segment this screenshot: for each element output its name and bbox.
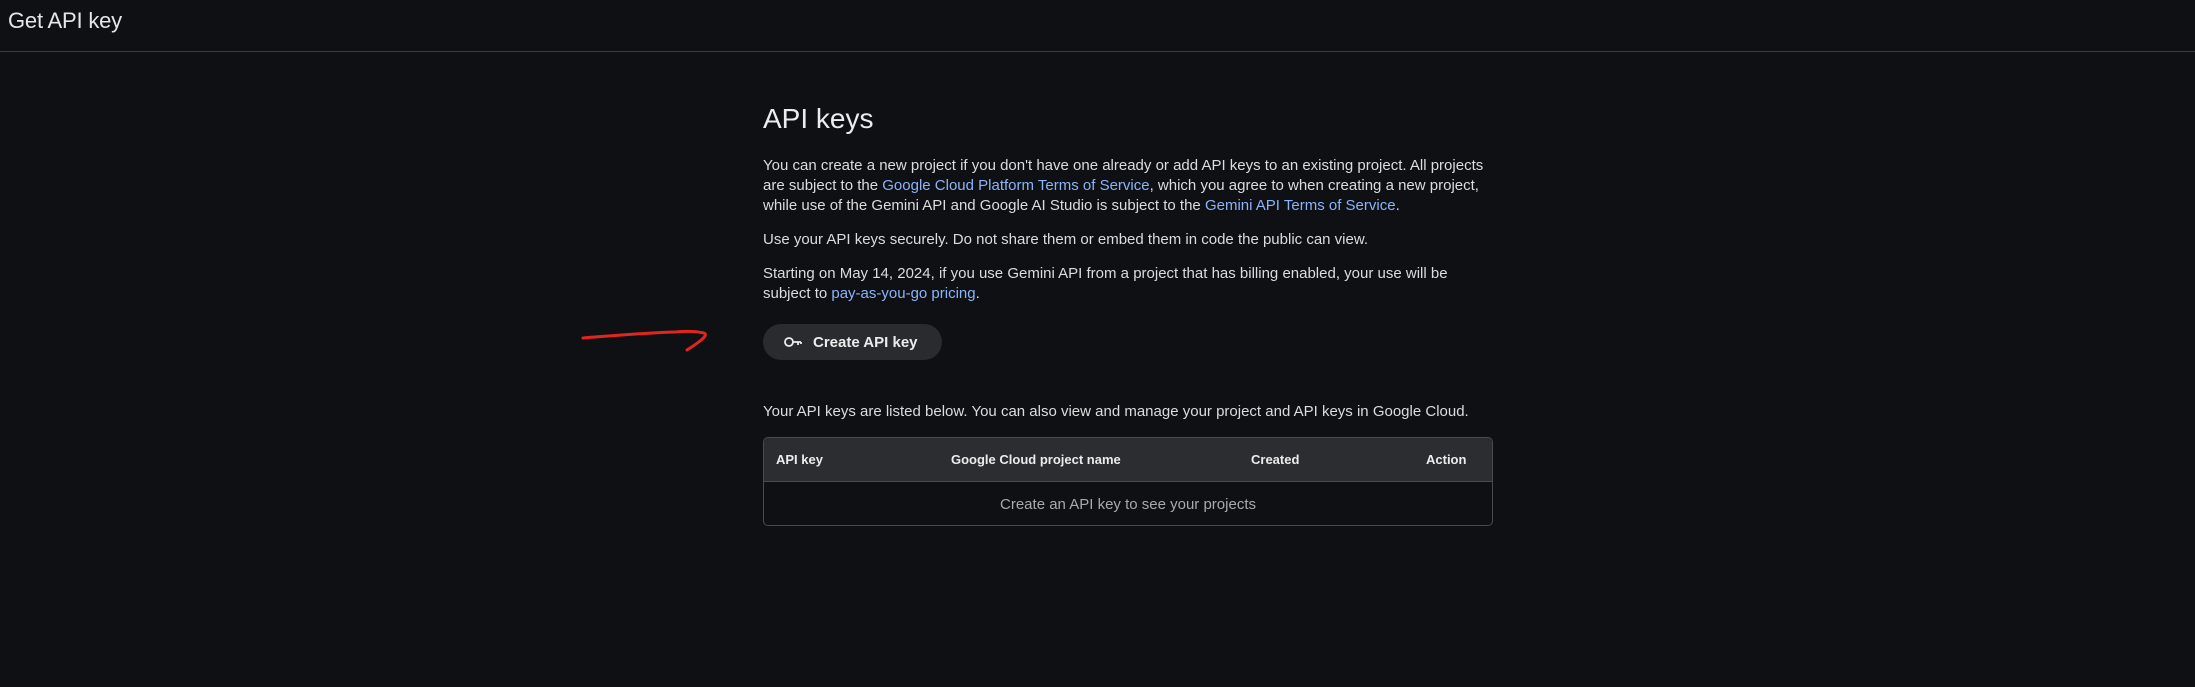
table-empty-message: Create an API key to see your projects [1000,496,1256,513]
intro-text-3: . [1395,197,1400,214]
gemini-terms-link[interactable]: Gemini API Terms of Service [1205,197,1396,214]
main-content: API keys You can create a new project if… [763,102,1493,360]
column-header-api-key: API key [776,452,823,467]
table-header: API key Google Cloud project name Create… [764,438,1492,482]
app-title: Get API key [8,8,122,33]
column-header-project-name: Google Cloud project name [951,452,1121,467]
keys-listed-text: Your API keys are listed below. You can … [763,403,1469,420]
top-bar: Get API key [0,0,2195,52]
security-note: Use your API keys securely. Do not share… [763,231,1369,248]
gcp-terms-link[interactable]: Google Cloud Platform Terms of Service [882,177,1149,194]
column-header-action: Action [1426,452,1467,467]
column-header-created: Created [1251,452,1300,467]
page-title: API keys [763,103,874,134]
intro-paragraph: You can create a new project if you don'… [763,156,1493,216]
billing-paragraph: Starting on May 14, 2024, if you use Gem… [763,264,1493,304]
create-api-key-button[interactable]: Create API key [763,324,942,360]
api-keys-table: API key Google Cloud project name Create… [763,437,1493,526]
hand-drawn-arrow-annotation [581,329,707,352]
key-icon [783,335,803,349]
billing-text-2: . [975,285,980,302]
pricing-link[interactable]: pay-as-you-go pricing [831,285,975,302]
create-api-key-label: Create API key [813,333,918,351]
